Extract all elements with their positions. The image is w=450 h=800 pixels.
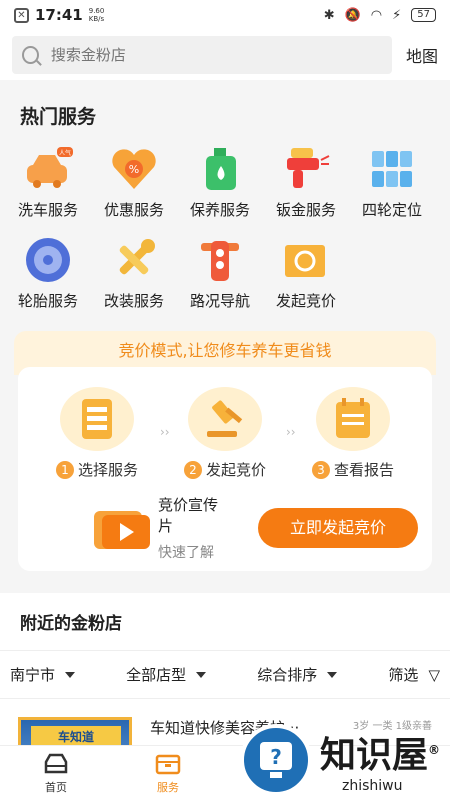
- service-label: 改装服务: [103, 292, 164, 310]
- discount-heart-icon: %: [108, 143, 160, 195]
- service-label: 发起竞价: [275, 292, 336, 310]
- service-alignment[interactable]: 四轮定位: [349, 143, 435, 220]
- spray-gun-icon: [280, 143, 332, 195]
- service-label: 钣金服务: [275, 201, 336, 219]
- wifi-icon: ◠: [370, 7, 383, 23]
- service-label: 四轮定位: [361, 201, 422, 219]
- step-select-service: 1 选择服务: [42, 387, 152, 480]
- service-label: 洗车服务: [17, 201, 78, 219]
- service-maintenance[interactable]: 保养服务: [177, 143, 263, 220]
- battery-indicator: 57: [411, 8, 436, 22]
- step-start-bid: 2 发起竞价: [170, 387, 280, 480]
- notification-close-icon: ✕: [14, 7, 29, 23]
- svg-text:?: ?: [270, 745, 282, 769]
- gavel-icon: [188, 387, 262, 451]
- map-button[interactable]: 地图: [406, 43, 438, 67]
- car-wash-icon: 人气: [22, 143, 74, 195]
- promo-subtitle[interactable]: 快速了解: [158, 542, 232, 562]
- tab-service[interactable]: 服务: [112, 746, 224, 800]
- service-car-wash[interactable]: 人气 洗车服务: [5, 143, 91, 220]
- status-icons: ✱ 🔕 ◠ ⚡ 57: [324, 8, 436, 23]
- filter-city[interactable]: 南宁市: [10, 664, 76, 685]
- nearby-title: 附近的金粉店: [0, 593, 450, 651]
- caret-down-icon: [327, 671, 338, 678]
- tab-label: 服务: [157, 780, 179, 794]
- section-title: 热门服务: [20, 106, 97, 128]
- step-number: 2: [183, 460, 202, 479]
- chevron-right-icon: ››: [160, 425, 170, 439]
- bluetooth-icon: ✱: [323, 7, 335, 23]
- hot-services-section: 热门服务 人气 洗车服务 % 优惠服务 保养服务 钣金服务 四轮定位 轮胎服务 …: [0, 80, 450, 571]
- step-label: 选择服务: [77, 461, 138, 479]
- watermark-domain: zhishiwu: [341, 778, 403, 794]
- svg-text:%: %: [129, 163, 139, 176]
- tire-icon: [22, 234, 74, 286]
- filter-more[interactable]: 筛选 ▽: [388, 664, 440, 685]
- service-label: 路况导航: [189, 292, 250, 310]
- step-number: 1: [55, 460, 74, 479]
- traffic-light-icon: [194, 234, 246, 286]
- net-speed: 9.60 KB/s: [88, 7, 105, 23]
- tab-label: 首页: [45, 780, 67, 794]
- service-box-icon: [155, 754, 181, 774]
- search-input[interactable]: [50, 46, 382, 64]
- video-play-icon[interactable]: [92, 505, 150, 551]
- funnel-icon: ▽: [428, 665, 440, 684]
- oil-can-icon: [194, 143, 246, 195]
- search-icon: [22, 46, 39, 64]
- wrench-icon: [108, 234, 160, 286]
- filter-sort[interactable]: 综合排序: [257, 664, 338, 685]
- step-number: 3: [311, 460, 330, 479]
- watermark-logo: ?: [239, 724, 312, 796]
- step-label: 发起竞价: [205, 461, 266, 479]
- grid-blocks-icon: [366, 143, 418, 195]
- watermark: ? 知识屋® zhishiwu: [239, 724, 440, 796]
- start-bid-button[interactable]: 立即发起竞价: [258, 508, 418, 548]
- bid-card: 1 选择服务 2 发起竞价 3 查看报告 ›› ›› 竞价宣传片 快速了解 立即…: [18, 367, 432, 571]
- service-tire[interactable]: 轮胎服务: [5, 234, 91, 311]
- service-label: 轮胎服务: [17, 292, 78, 310]
- service-label: 保养服务: [189, 201, 250, 219]
- service-start-bid[interactable]: 发起竞价: [263, 234, 349, 311]
- service-modification[interactable]: 改装服务: [91, 234, 177, 311]
- bid-steps: 1 选择服务 2 发起竞价 3 查看报告: [18, 367, 432, 480]
- clock: 17:41: [35, 6, 83, 24]
- menu-list-icon: [60, 387, 134, 451]
- search-row: 地图: [0, 30, 450, 80]
- home-car-icon: [44, 753, 68, 773]
- service-traffic[interactable]: 路况导航: [177, 234, 263, 311]
- caret-down-icon: [65, 671, 76, 678]
- svg-text:人气: 人气: [59, 149, 71, 157]
- caret-down-icon: [196, 671, 207, 678]
- mute-icon: 🔕: [344, 7, 361, 23]
- charging-icon: ⚡: [392, 7, 402, 23]
- promo-title[interactable]: 竞价宣传片: [158, 494, 232, 536]
- watermark-brand: 知识屋®: [319, 735, 440, 776]
- filter-shop-type[interactable]: 全部店型: [126, 664, 207, 685]
- step-label: 查看报告: [333, 461, 394, 479]
- promo-row: 竞价宣传片 快速了解 立即发起竞价: [18, 480, 432, 562]
- tab-home[interactable]: 首页: [0, 746, 112, 800]
- service-discount[interactable]: % 优惠服务: [91, 143, 177, 220]
- service-grid: 人气 洗车服务 % 优惠服务 保养服务 钣金服务 四轮定位 轮胎服务 改装服务 …: [0, 143, 450, 311]
- service-label: 优惠服务: [103, 201, 164, 219]
- status-bar: ✕ 17:41 9.60 KB/s ✱ 🔕 ◠ ⚡ 57: [0, 0, 450, 30]
- service-sheet-metal[interactable]: 钣金服务: [263, 143, 349, 220]
- search-box[interactable]: [12, 36, 392, 74]
- step-view-report: 3 查看报告: [298, 387, 408, 480]
- filter-bar: 南宁市 全部店型 综合排序 筛选 ▽: [0, 651, 450, 699]
- report-icon: [316, 387, 390, 451]
- chevron-right-icon: ››: [286, 425, 296, 439]
- bid-card-icon: [280, 234, 332, 286]
